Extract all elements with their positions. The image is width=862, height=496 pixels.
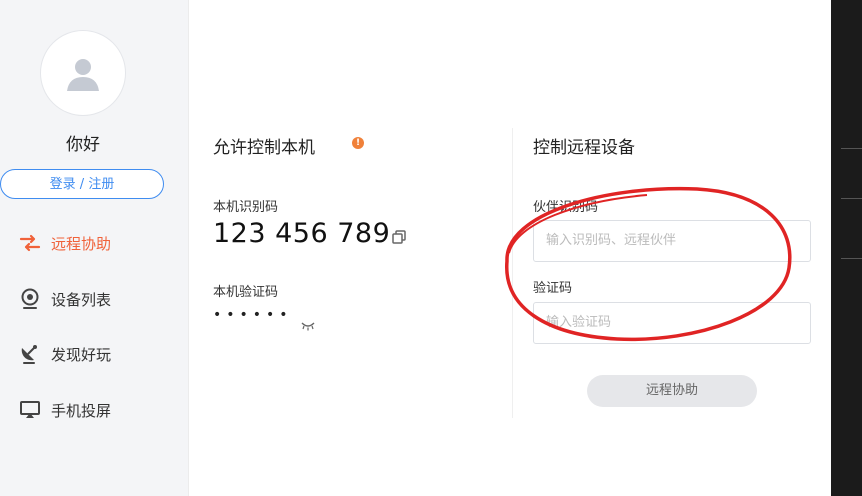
- device-list-icon: [18, 287, 42, 311]
- sidebar-item-device-list[interactable]: 设备列表: [18, 285, 111, 313]
- avatar[interactable]: [40, 30, 126, 116]
- remote-assist-button[interactable]: 远程协助: [587, 375, 757, 407]
- local-id-label: 本机识别码: [213, 200, 279, 215]
- verification-code-label: 验证码: [533, 281, 573, 296]
- remote-assist-icon: [18, 231, 42, 255]
- greeting-text: 你好: [66, 135, 100, 155]
- copy-icon[interactable]: [391, 229, 407, 249]
- sidebar-item-label: 远程协助: [51, 234, 112, 253]
- eye-closed-icon[interactable]: [300, 316, 316, 335]
- user-icon: [67, 59, 99, 91]
- partner-id-label: 伙伴识别码: [533, 200, 599, 215]
- sidebar-item-remote-assist[interactable]: 远程协助: [18, 229, 111, 257]
- sidebar: 你好 登录 / 注册 远程协助 设备列表 发现好玩 手机投屏: [0, 0, 189, 496]
- local-code-label: 本机验证码: [213, 285, 279, 300]
- right-edge-strip: [831, 0, 862, 496]
- remote-control-title: 控制远程设备: [533, 138, 635, 158]
- sidebar-item-label: 设备列表: [51, 290, 112, 309]
- verification-code-input[interactable]: 输入验证码: [533, 302, 811, 344]
- sidebar-item-discover[interactable]: 发现好玩: [18, 340, 111, 368]
- local-id-value: 123 456 789: [213, 218, 391, 249]
- panel-divider: [512, 128, 513, 418]
- sidebar-item-label: 手机投屏: [51, 401, 112, 420]
- sidebar-item-screen-cast[interactable]: 手机投屏: [18, 396, 111, 424]
- sidebar-item-label: 发现好玩: [51, 345, 112, 364]
- satellite-dish-icon: [18, 342, 42, 366]
- allow-control-title: 允许控制本机: [213, 138, 315, 158]
- warning-icon[interactable]: !: [352, 137, 364, 149]
- login-register-button[interactable]: 登录 / 注册: [0, 169, 164, 199]
- partner-id-input[interactable]: 输入识别码、远程伙伴: [533, 220, 811, 262]
- screen-cast-icon: [18, 398, 42, 422]
- local-code-value: ••••••: [213, 307, 293, 323]
